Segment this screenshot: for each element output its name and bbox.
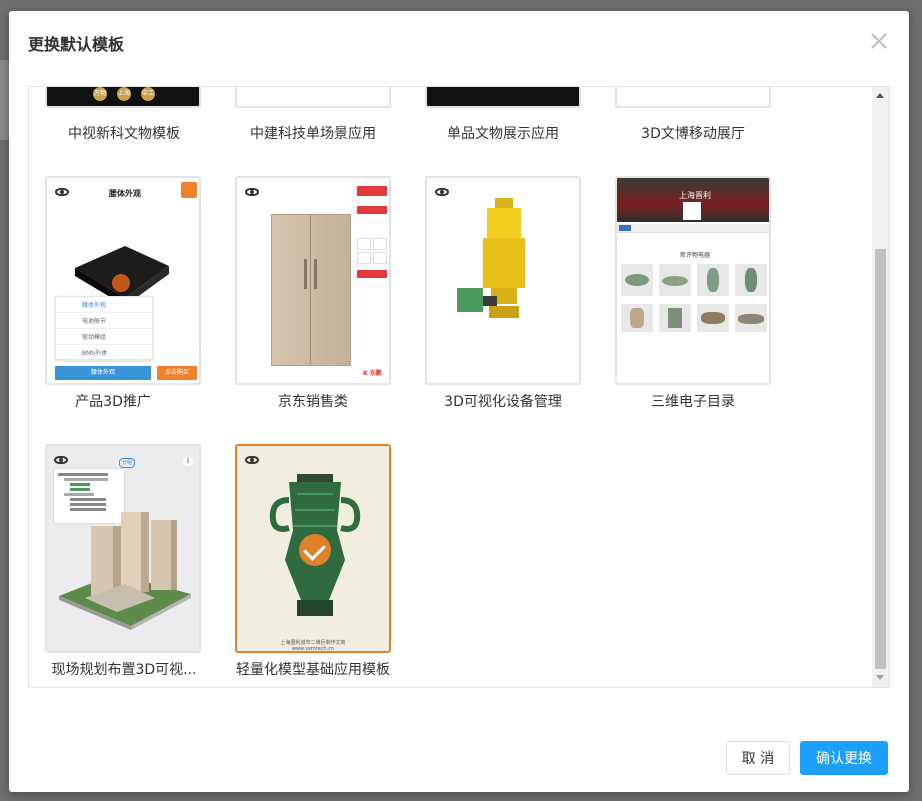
qr-code — [683, 202, 701, 220]
thumb-option — [373, 238, 387, 250]
template-card-danpin[interactable] — [425, 87, 581, 108]
template-card-catalog[interactable]: 上海晋利 新评物电器 — [615, 176, 771, 385]
thumb-menu-item: 腰体外观 — [56, 297, 152, 313]
template-caption: 产品3D推广 — [75, 394, 151, 410]
thumb-product — [659, 264, 691, 296]
thumb-buy-button: 点击购买 — [157, 366, 197, 380]
buildings-illustration — [59, 512, 191, 630]
coin-badge: 中工 — [141, 87, 155, 101]
template-card-product[interactable]: 腰体外观 腰体外观 电池舱节 驱动模组 BMS外体 腰体外观 点击购买 — [45, 176, 201, 385]
coin-badge: 上海 — [117, 87, 131, 101]
thumb-red-tag — [357, 186, 387, 196]
eye-icon[interactable] — [435, 188, 449, 196]
thumb-footer: 上海晋利城市二维巨制作文商 www.vsmtech.cn — [237, 640, 389, 652]
eye-icon[interactable] — [245, 188, 259, 196]
info-icon[interactable]: i — [183, 456, 193, 466]
thumb-red-tag — [357, 206, 387, 214]
thumb-navbar — [617, 224, 769, 233]
thumb-option — [357, 238, 371, 250]
thumb-select-button: 腰体外观 — [55, 366, 151, 380]
equipment-illustration — [457, 198, 525, 318]
thumb-menu: 腰体外观 电池舱节 驱动模组 BMS外体 — [55, 296, 153, 360]
template-card-wenbo[interactable] — [615, 87, 771, 108]
template-caption: 3D文博移动展厅 — [641, 126, 745, 142]
template-card-jd[interactable]: K 东鹏 — [235, 176, 391, 385]
thumb-option — [357, 252, 371, 264]
thumb-menu-item: BMS外体 — [82, 350, 108, 357]
eye-icon[interactable] — [245, 456, 259, 464]
thumb-option — [373, 252, 387, 264]
thumb-menu-item: 驱动模组 — [56, 329, 152, 345]
template-card-equipment[interactable] — [425, 176, 581, 385]
template-caption: 三维电子目录 — [651, 394, 735, 410]
dialog-title: 更换默认模板 — [28, 35, 125, 54]
close-icon[interactable] — [871, 33, 887, 49]
template-list-panel: 万物 上海 中工 中视新科文物模板 中建科技单场景应用 单品文物展示应用 3D文… — [28, 86, 890, 688]
scrollbar-thumb[interactable] — [875, 249, 886, 669]
thumb-footer-line: www.vsmtech.cn — [291, 646, 335, 652]
template-card-lightweight-model[interactable]: 上海晋利城市二维巨制作文商 www.vsmtech.cn — [235, 444, 391, 653]
thumb-product — [621, 304, 653, 332]
banner-text: 上海晋利 — [679, 191, 711, 200]
template-caption: 中视新科文物模板 — [68, 126, 180, 142]
change-template-dialog: 更换默认模板 万物 上海 中工 中视新科文物模板 中建科技单场景应用 单品文物展… — [9, 11, 909, 792]
thumb-menu-item: 电池舱节 — [56, 313, 152, 329]
selected-check-icon — [299, 534, 331, 566]
thumb-product — [659, 304, 691, 332]
scroll-down-arrow-icon[interactable] — [876, 675, 884, 680]
thumb-header: 腰体外观 — [109, 189, 141, 198]
cancel-button[interactable]: 取 消 — [726, 741, 790, 775]
template-caption: 现场规划布置3D可视... — [51, 662, 197, 678]
scroll-up-arrow-icon[interactable] — [876, 93, 884, 98]
thumb-product — [621, 264, 653, 296]
thumb-product — [735, 304, 767, 332]
menu-icon — [181, 182, 197, 198]
vertical-scrollbar[interactable] — [872, 87, 889, 687]
template-caption: 单品文物展示应用 — [447, 126, 559, 142]
thumb-product — [735, 264, 767, 296]
template-caption: 中建科技单场景应用 — [250, 126, 376, 142]
fridge-illustration — [271, 214, 351, 366]
template-scroll-area[interactable]: 万物 上海 中工 中视新科文物模板 中建科技单场景应用 单品文物展示应用 3D文… — [29, 87, 871, 687]
template-caption: 京东销售类 — [278, 394, 348, 410]
thumb-banner: 上海晋利 — [617, 178, 769, 222]
template-card-zhongshi[interactable]: 万物 上海 中工 — [45, 87, 201, 108]
thumb-product — [697, 304, 729, 332]
template-card-zhongjian[interactable] — [235, 87, 391, 108]
confirm-change-button[interactable]: 确认更换 — [800, 741, 888, 775]
template-card-site-planning[interactable]: 分组 i — [45, 444, 201, 653]
group-tag: 分组 — [119, 458, 135, 468]
thumbnail-dark — [427, 87, 579, 106]
coin-badge: 万物 — [93, 87, 107, 101]
thumb-product — [697, 264, 729, 296]
template-caption: 3D可视化设备管理 — [444, 394, 562, 410]
thumb-section-title: 新评物电器 — [679, 252, 710, 259]
template-caption: 轻量化模型基础应用模板 — [236, 662, 390, 678]
eye-icon[interactable] — [54, 456, 68, 464]
brand-logo: K 东鹏 — [363, 370, 382, 377]
thumb-red-tag — [357, 270, 387, 278]
